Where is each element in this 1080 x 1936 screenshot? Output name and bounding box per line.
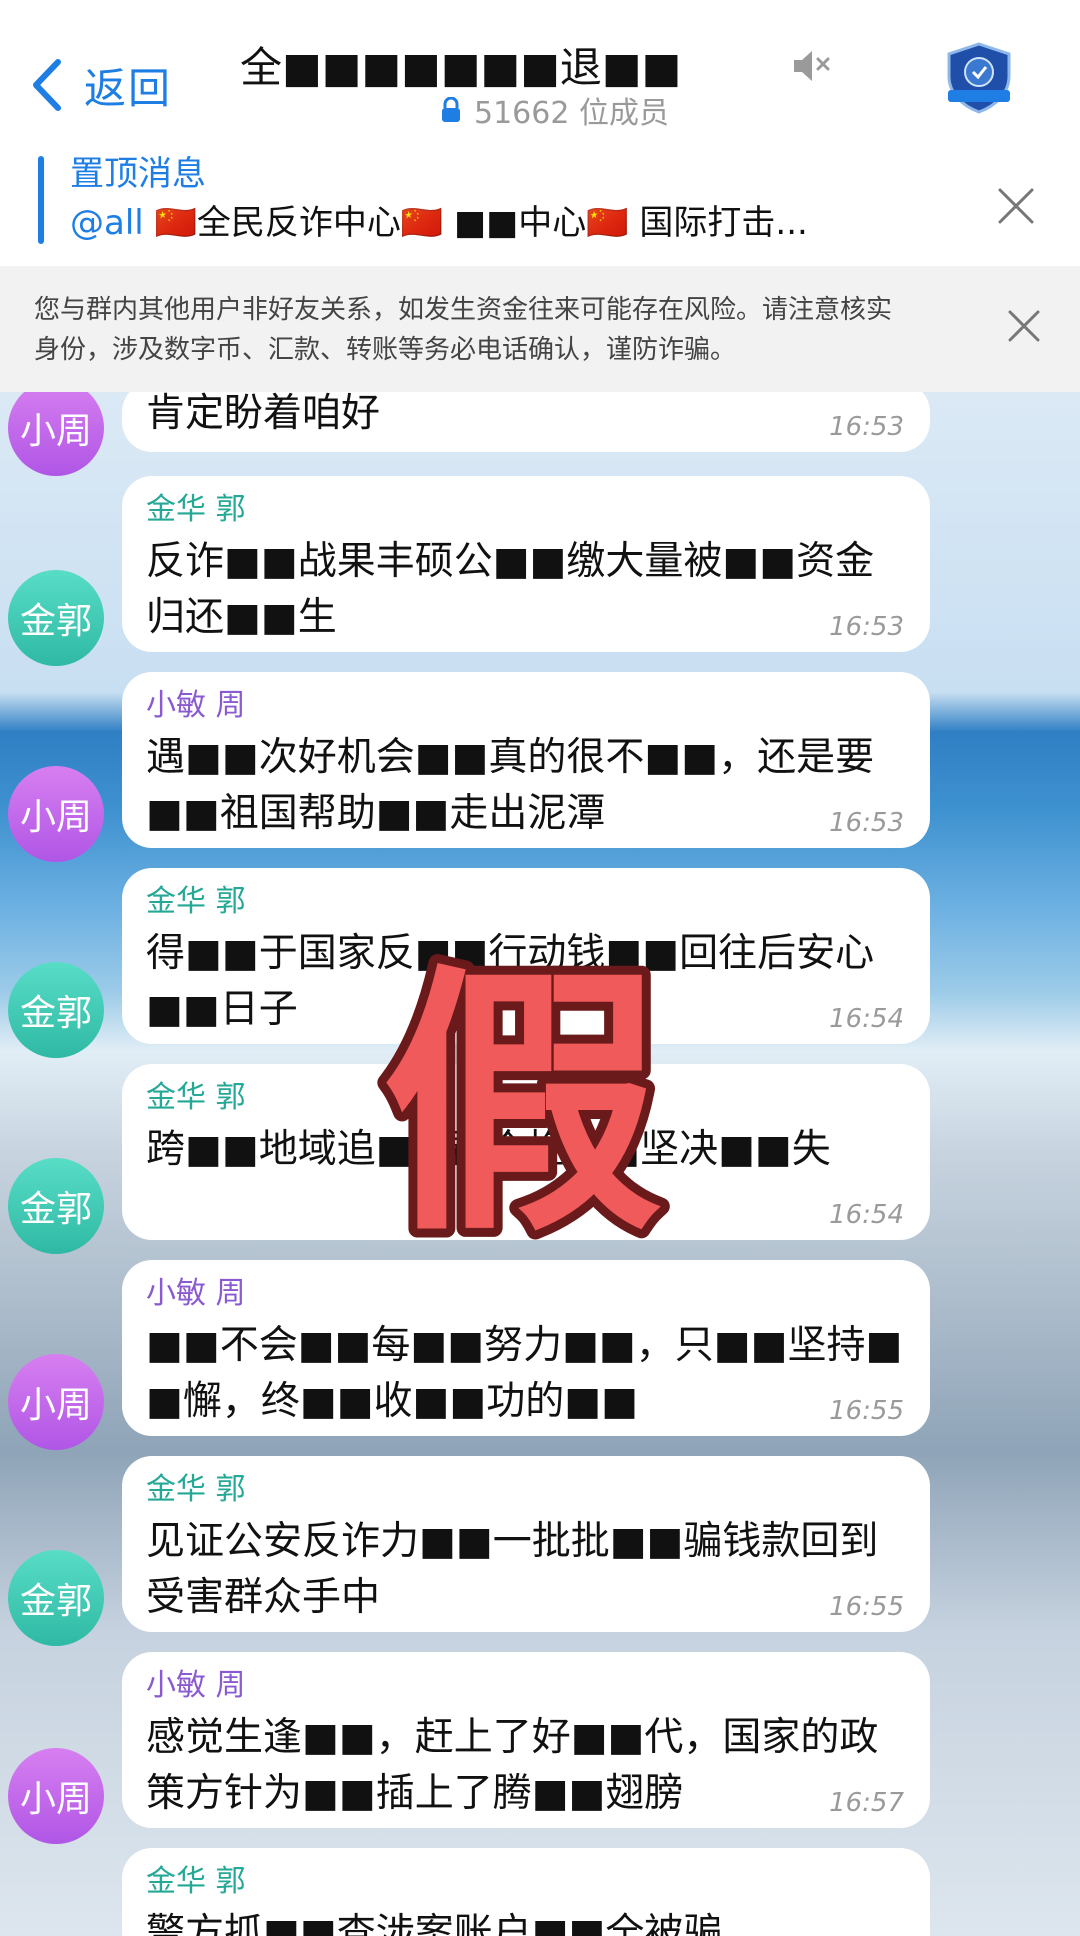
risk-warning-line: 您与群内其他用户非好友关系，如发生资金往来可能存在风险。请注意核实 — [34, 295, 893, 325]
message-bubble[interactable]: 小敏 周 感觉生逢■■，赶上了好■■代，国家的政策方针为■■插上了腾■■翅膀 1… — [122, 1652, 930, 1828]
message-bubble[interactable]: 金华 郭 警方抓■■查涉案账户■■全被骗 — [122, 1848, 930, 1936]
member-count: 51662 位成员 — [474, 96, 669, 131]
lock-icon — [442, 97, 460, 122]
sender-name: 小敏 周 — [146, 1668, 246, 1703]
pinned-text: @all 🇨🇳全民反诈中心🇨🇳 ■■中心🇨🇳 国际打击... — [70, 200, 950, 246]
avatar[interactable]: 金郭 — [8, 570, 104, 666]
sender-name: 金华 郭 — [146, 1472, 246, 1507]
sender-name: 小敏 周 — [146, 1276, 246, 1311]
pinned-content: 🇨🇳全民反诈中心🇨🇳 ■■中心🇨🇳 国际打击... — [143, 203, 808, 243]
avatar[interactable]: 金郭 — [8, 1158, 104, 1254]
back-label: 返回 — [84, 63, 173, 113]
message-time: 16:57 — [829, 1788, 904, 1818]
avatar[interactable]: 小周 — [8, 392, 104, 476]
message-time: 16:54 — [829, 1200, 904, 1230]
risk-warning-banner: 您与群内其他用户非好友关系，如发生资金往来可能存在风险。请注意核实 身份，涉及数… — [0, 266, 1080, 392]
message-time: 16:53 — [829, 412, 904, 442]
message-time: 16:55 — [829, 1396, 904, 1426]
risk-warning-text: 您与群内其他用户非好友关系，如发生资金往来可能存在风险。请注意核实 身份，涉及数… — [34, 290, 974, 370]
sender-name: 小敏 周 — [146, 688, 246, 723]
avatar[interactable]: 金郭 — [8, 962, 104, 1058]
pinned-accent-bar — [38, 156, 44, 244]
message-bubble[interactable]: 金华 郭 见证公安反诈力■■一批批■■骗钱款回到受害群众手中 16:55 — [122, 1456, 930, 1632]
pinned-title: 置顶消息 — [70, 154, 206, 194]
message-time: 16:53 — [829, 612, 904, 642]
message-text: 见证公安反诈力■■一批批■■骗钱款回到受害群众手中 — [146, 1519, 879, 1620]
message-text: 遇■■次好机会■■真的很不■■，还是要■■祖国帮助■■走出泥潭 — [146, 735, 875, 836]
chevron-left-icon — [33, 59, 61, 111]
message-text: 感觉生逢■■，赶上了好■■代，国家的政策方针为■■插上了腾■■翅膀 — [146, 1715, 879, 1816]
close-icon[interactable] — [996, 186, 1036, 226]
navigation-bar: 返回 全■■■■■■■退■■ 51662 位成员 — [0, 0, 1080, 148]
avatar[interactable]: 小周 — [8, 766, 104, 862]
group-avatar-badge-icon[interactable] — [938, 40, 1020, 116]
message-bubble[interactable]: 金华 郭 反诈■■战果丰硕公■■缴大量被■■资金归还■■生 16:53 — [122, 476, 930, 652]
mute-icon — [794, 51, 830, 81]
member-count-line: 51662 位成员 — [440, 90, 669, 131]
fake-stamp-text: 假 — [382, 943, 662, 1240]
sender-name: 金华 郭 — [146, 492, 246, 527]
close-icon[interactable] — [1006, 308, 1042, 344]
message-bubble[interactable]: 肯定盼着咱好 16:53 — [122, 392, 930, 452]
message-bubble[interactable]: 小敏 周 遇■■次好机会■■真的很不■■，还是要■■祖国帮助■■走出泥潭 16:… — [122, 672, 930, 848]
pinned-message[interactable]: 置顶消息 @all 🇨🇳全民反诈中心🇨🇳 ■■中心🇨🇳 国际打击... — [0, 148, 1080, 266]
avatar[interactable]: 小周 — [8, 1748, 104, 1844]
message-text: 警方抓■■查涉案账户■■全被骗 — [146, 1911, 723, 1936]
message-bubble[interactable]: 小敏 周 ■■不会■■每■■努力■■，只■■坚持■■懈，终■■收■■功的■■ 1… — [122, 1260, 930, 1436]
pinned-mention: @all — [70, 203, 144, 243]
back-button[interactable]: 返回 — [30, 52, 172, 118]
sender-name: 金华 郭 — [146, 1864, 246, 1899]
message-text: ■■不会■■每■■努力■■，只■■坚持■■懈，终■■收■■功的■■ — [146, 1323, 903, 1424]
message-time: 16:55 — [829, 1592, 904, 1622]
risk-warning-line: 身份，涉及数字币、汇款、转账等务必电话确认，谨防诈骗。 — [34, 335, 737, 365]
message-text: 肯定盼着咱好 — [146, 392, 381, 436]
avatar[interactable]: 金郭 — [8, 1550, 104, 1646]
fake-stamp-overlay: 假 假 — [373, 940, 671, 1240]
avatar[interactable]: 小周 — [8, 1354, 104, 1450]
message-text: 反诈■■战果丰硕公■■缴大量被■■资金归还■■生 — [146, 539, 875, 640]
message-time: 16:54 — [829, 1004, 904, 1034]
message-time: 16:53 — [829, 808, 904, 838]
sender-name: 金华 郭 — [146, 884, 246, 919]
